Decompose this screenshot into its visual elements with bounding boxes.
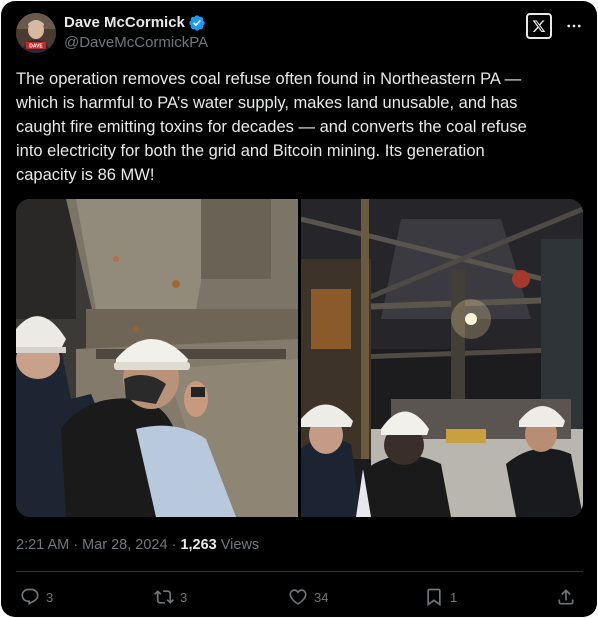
reply-button[interactable]: 3 [20,584,53,610]
more-icon[interactable] [563,15,585,37]
avatar-badge-text: DAVE [29,44,43,50]
author-name[interactable]: Dave McCormick [64,13,185,33]
verified-badge-icon [188,14,206,32]
tweet-date[interactable]: Mar 28, 2024 [82,537,167,553]
repost-button[interactable]: 3 [154,584,187,610]
tweet-card: DAVE Dave McCormick @DaveMcCormickPA The… [1,1,597,617]
repost-count: 3 [180,589,188,605]
repost-icon [154,587,174,607]
photo-inspection-closeup[interactable] [16,199,298,517]
bookmark-icon [424,587,444,607]
divider [16,571,583,572]
share-icon [556,587,576,607]
views-count: 1,263 [180,537,217,553]
x-logo-icon[interactable] [526,13,552,39]
tweet-text: The operation removes coal refuse often … [16,67,576,187]
tweet-text-line: caught fire emitting toxins for decades … [16,118,527,136]
action-bar: 3 3 34 1 [16,584,583,610]
meta-separator: · [69,537,83,553]
like-icon [288,587,308,607]
like-count: 34 [314,589,329,605]
author-handle[interactable]: @DaveMcCormickPA [64,34,208,52]
tweet-text-line: into electricity for both the grid and B… [16,142,485,160]
tweet-text-line: which is harmful to PA’s water supply, m… [16,94,518,112]
tweet-text-line: capacity is 86 MW! [16,166,155,184]
photo-plant-interior[interactable] [301,199,583,517]
views-label: Views [216,537,260,553]
reply-icon [20,587,40,607]
media-grid [16,199,583,517]
tweet-time[interactable]: 2:21 AM [16,537,69,553]
avatar[interactable]: DAVE [16,13,56,53]
like-button[interactable]: 34 [288,584,328,610]
bookmark-count: 1 [450,589,458,605]
meta-separator: · [167,537,181,553]
tweet-metadata: 2:21 AM · Mar 28, 2024 · 1,263 Views [16,536,259,554]
tweet-text-line: The operation removes coal refuse often … [16,70,522,88]
author-name-row: Dave McCormick [64,13,206,33]
share-button[interactable] [556,584,576,610]
bookmark-button[interactable]: 1 [424,584,457,610]
reply-count: 3 [46,589,54,605]
